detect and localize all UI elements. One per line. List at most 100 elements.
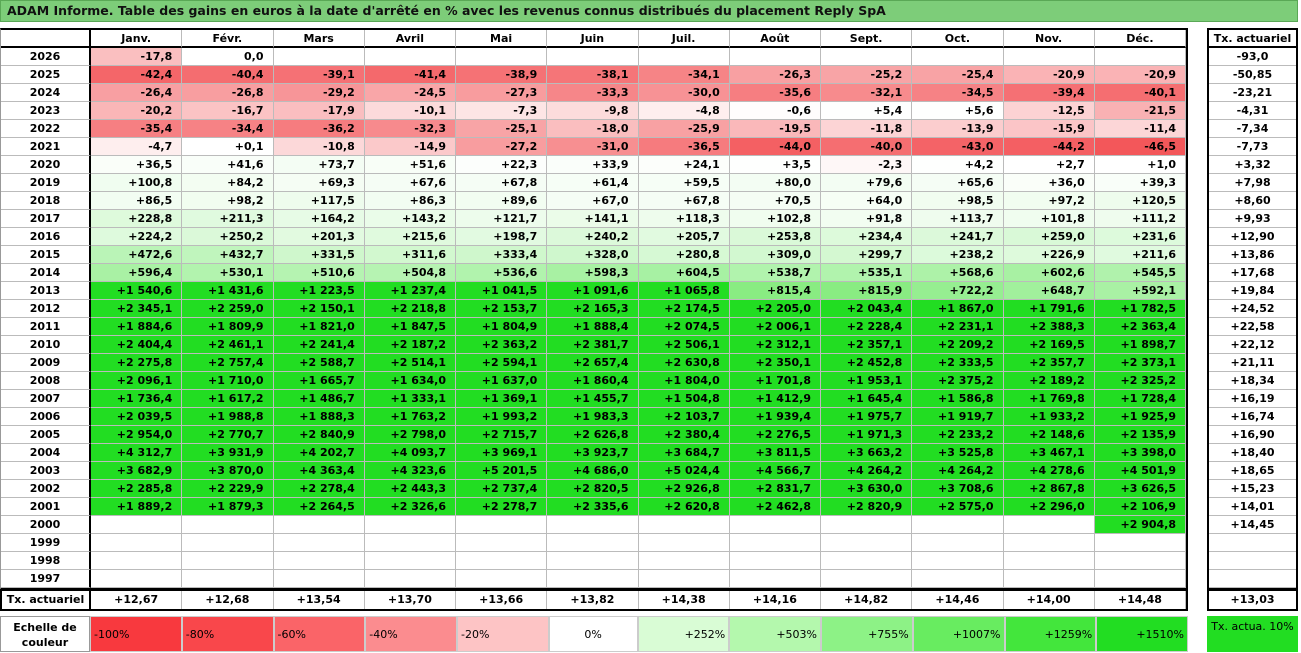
actuarial-rate-cell: -7,73 (1209, 138, 1296, 156)
table-row: 2017 +228,8 +211,3 +164,2 +143,2 +121,7 +141,1… (1, 210, 1186, 228)
table-row: 2003 +3 682,9 +3 870,0 +4 363,4 +4 323,6 +5 2… (1, 462, 1186, 480)
gain-cell (821, 516, 913, 534)
month-header: Févr. (182, 30, 274, 48)
gain-cell: +1 504,8 (638, 390, 730, 408)
gain-cell: -44,2 (1003, 138, 1095, 156)
gain-cell: +535,1 (821, 264, 913, 282)
gain-cell: +3 923,7 (547, 444, 639, 462)
gain-cell (547, 516, 639, 534)
gain-cell (273, 516, 365, 534)
gain-cell: +67,8 (638, 192, 730, 210)
footer-rate-cell: +12,68 (182, 591, 274, 609)
gain-cell: +530,1 (182, 264, 274, 282)
gain-cell: +328,0 (547, 246, 639, 264)
table-row: 2019 +100,8 +84,2 +69,3 +67,6 +67,8 +61,4 +59,5… (1, 174, 1186, 192)
gain-cell: +215,6 (364, 228, 456, 246)
table-row: 2026 -17,8 0,0 (1, 48, 1186, 66)
gain-cell (912, 48, 1004, 66)
gain-cell: +299,7 (821, 246, 913, 264)
gain-cell: +2 506,1 (638, 336, 730, 354)
gain-cell (1003, 534, 1095, 552)
gain-cell: +143,2 (364, 210, 456, 228)
year-label: 2023 (1, 102, 91, 120)
gain-cell: +80,0 (729, 174, 821, 192)
gain-cell: +240,2 (547, 228, 639, 246)
gain-cell: +1 769,8 (1003, 390, 1095, 408)
color-scale-swatch: +755% (821, 616, 913, 652)
gain-cell (273, 48, 365, 66)
gain-cell: -20,9 (1003, 66, 1095, 84)
gain-cell: +2 594,1 (456, 354, 548, 372)
actuarial-rate-cell: +13,86 (1209, 246, 1296, 264)
gain-cell: -43,0 (912, 138, 1004, 156)
gain-cell (1094, 48, 1186, 66)
gain-cell: +2 630,8 (638, 354, 730, 372)
gain-cell: +1 975,7 (821, 408, 913, 426)
gain-cell: +2 165,3 (547, 300, 639, 318)
gain-cell: -10,1 (364, 102, 456, 120)
gain-cell: +1 847,5 (364, 318, 456, 336)
actuarial-rate-cell: +16,74 (1209, 408, 1296, 426)
gain-cell: +117,5 (273, 192, 365, 210)
month-header: Juin (547, 30, 639, 48)
gain-cell: +3 663,2 (821, 444, 913, 462)
gain-cell: +1 888,3 (273, 408, 365, 426)
gain-cell (273, 570, 365, 588)
table-row: 2016 +224,2 +250,2 +201,3 +215,6 +198,7 +240,2… (1, 228, 1186, 246)
gain-cell: +102,8 (729, 210, 821, 228)
gain-cell: +98,5 (912, 192, 1004, 210)
gain-cell: +4,2 (912, 156, 1004, 174)
gain-cell: +2 926,8 (638, 480, 730, 498)
gain-cell: +241,7 (912, 228, 1004, 246)
gain-cell: +536,6 (456, 264, 548, 282)
gain-cell (729, 534, 821, 552)
gain-cell: +0,1 (182, 138, 274, 156)
gain-cell: +1 369,1 (456, 390, 548, 408)
gain-cell: +97,2 (1003, 192, 1095, 210)
gain-cell: +2 312,1 (729, 336, 821, 354)
year-label: 2001 (1, 498, 91, 516)
month-header: Déc. (1094, 30, 1186, 48)
actuarial-rate-cell: -93,0 (1209, 48, 1296, 66)
gain-cell: +67,0 (547, 192, 639, 210)
table-row: 2018 +86,5 +98,2 +117,5 +86,3 +89,6 +67,0 +67,8… (1, 192, 1186, 210)
gain-cell: +67,6 (364, 174, 456, 192)
gain-cell (729, 570, 821, 588)
gain-cell: -32,1 (821, 84, 913, 102)
year-label: 2012 (1, 300, 91, 318)
gain-cell (456, 534, 548, 552)
gain-cell: +2 229,9 (182, 480, 274, 498)
gain-cell: +1 888,4 (547, 318, 639, 336)
color-scale-side-label: Tx. actua. 10% (1207, 616, 1298, 652)
gain-cell: -29,2 (273, 84, 365, 102)
gain-cell: +2 345,1 (91, 300, 183, 318)
gain-cell: +98,2 (182, 192, 274, 210)
month-header: Mars (273, 30, 365, 48)
table-row: 2008 +2 096,1 +1 710,0 +1 665,7 +1 634,0 +1 6… (1, 372, 1186, 390)
gain-cell: +2 148,6 (1003, 426, 1095, 444)
gain-cell: +65,6 (912, 174, 1004, 192)
gain-cell: +111,2 (1094, 210, 1186, 228)
gain-cell (91, 570, 183, 588)
table-row: 2001 +1 889,2 +1 879,3 +2 264,5 +2 326,6 +2 2… (1, 498, 1186, 516)
gain-cell: +1 728,4 (1094, 390, 1186, 408)
gain-cell: +2 462,8 (729, 498, 821, 516)
month-header: Sept. (821, 30, 913, 48)
gain-cell: +2 169,5 (1003, 336, 1095, 354)
gain-cell: +2 575,0 (912, 498, 1004, 516)
month-header-row: Janv. Févr. Mars Avril Mai Juin Juil. Août Sept.… (1, 30, 1186, 48)
gain-cell: +1 804,9 (456, 318, 548, 336)
actuarial-rate-cell: +22,58 (1209, 318, 1296, 336)
table-row: 2005 +2 954,0 +2 770,7 +2 840,9 +2 798,0 +2 7… (1, 426, 1186, 444)
footer-rate-cell: +14,46 (912, 591, 1004, 609)
color-scale-swatch: +503% (729, 616, 821, 652)
gain-cell: +2 326,6 (364, 498, 456, 516)
gain-cell (456, 552, 548, 570)
gain-cell: -46,5 (1094, 138, 1186, 156)
gain-cell: -13,9 (912, 120, 1004, 138)
gain-cell (456, 516, 548, 534)
actuarial-rate-cell: +7,98 (1209, 174, 1296, 192)
year-label: 2011 (1, 318, 91, 336)
gain-cell: +2 770,7 (182, 426, 274, 444)
gain-cell: +4 363,4 (273, 462, 365, 480)
